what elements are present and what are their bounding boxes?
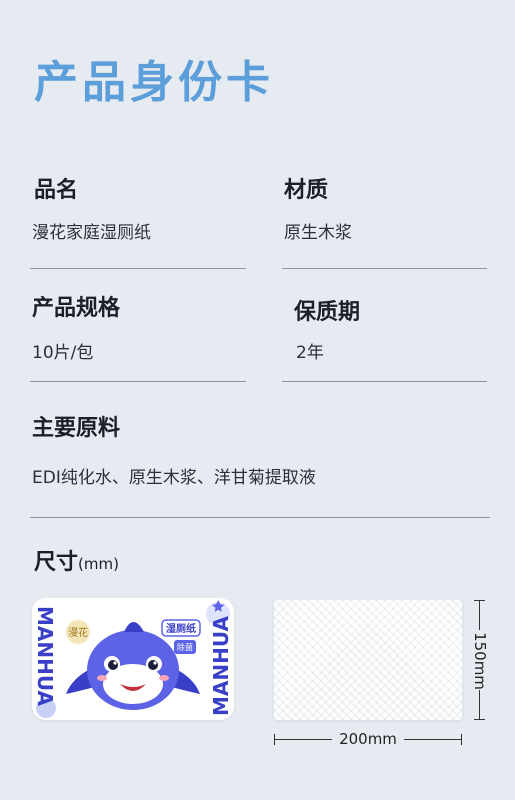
height-dimension: 150mm [470,600,490,720]
dimension-line [479,690,480,720]
package-illustration: 漫花 湿厕纸 除菌 MANHUA MANHUA [32,598,234,720]
divider [282,268,487,269]
ingredients-value: EDI纯化水、原生木浆、洋甘菊提取液 [32,468,316,488]
ingredients-label: 主要原料 [32,416,121,441]
shelf-life-label: 保质期 [294,300,361,325]
width-dimension: 200mm [274,730,462,750]
material-value: 原生木浆 [284,223,352,243]
spec-label: 产品规格 [32,296,121,321]
shelf-life-value: 2年 [296,343,324,363]
sub-badge-text: 除菌 [177,642,193,652]
size-label-text: 尺寸 [34,550,79,575]
material-label: 材质 [284,178,329,203]
name-label: 品名 [34,178,79,203]
page-title: 产品身份卡 [34,57,274,108]
height-label: 150mm [471,632,489,690]
size-label: 尺寸(mm) [34,544,119,576]
product-badge-text: 湿厕纸 [166,622,196,635]
logo-text: 漫花 [68,626,88,639]
divider [30,517,490,518]
brand-text-right: MANHUA [209,616,233,716]
dimension-line [404,739,462,740]
divider [30,381,246,382]
dimension-tick [461,734,462,745]
brand-text-left: MANHUA [33,606,57,706]
dimension-tick [474,719,485,720]
wipe-sheet-image [274,600,462,720]
spec-value: 10片/包 [32,343,94,363]
size-unit: (mm) [78,555,119,573]
package-image: 漫花 湿厕纸 除菌 MANHUA MANHUA [32,598,234,720]
divider [30,268,246,269]
divider [282,381,487,382]
name-value: 漫花家庭湿厕纸 [32,223,151,243]
